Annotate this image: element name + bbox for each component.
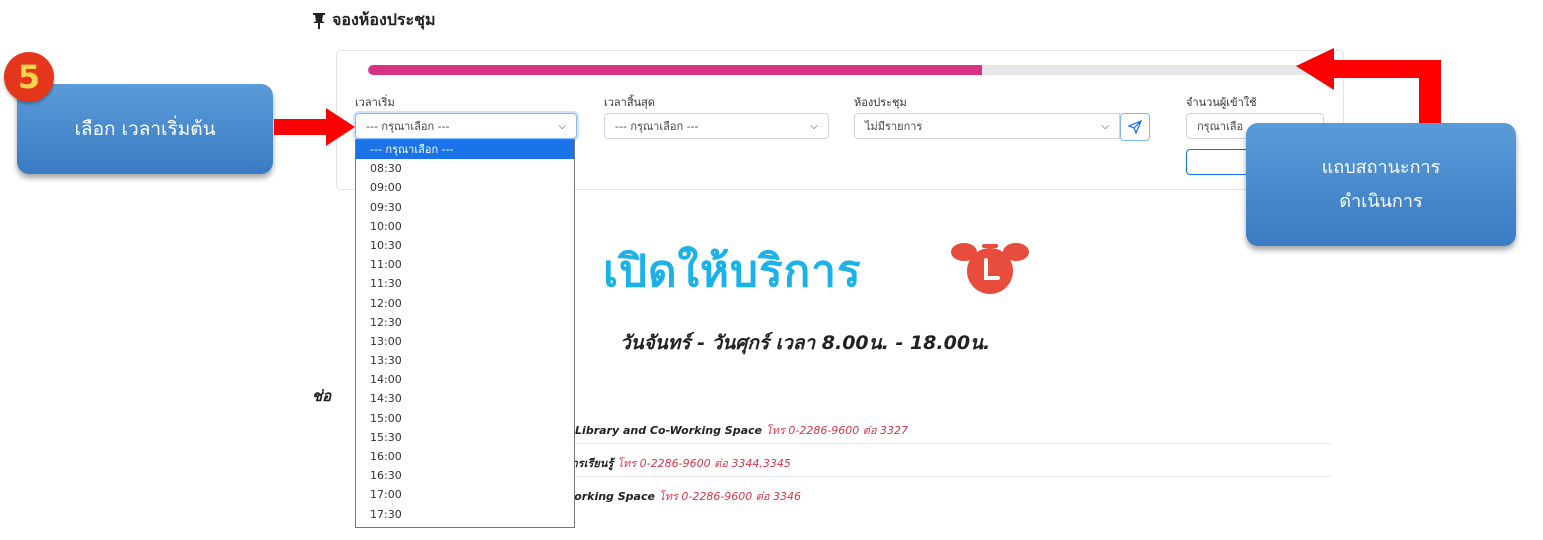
pushpin-icon [313,12,325,29]
dropdown-option[interactable]: 10:00 [356,217,574,236]
dropdown-option[interactable]: 15:30 [356,428,574,447]
progress-bar [368,65,1328,75]
service-hours: วันจันทร์ - วันศุกร์ เวลา 8.00น. - 18.00… [620,332,991,354]
contact-line-2: นย์การเรียนรู้ โทร 0-2286-9600 ต่อ 3344,… [551,457,791,470]
dropdown-option[interactable]: 12:30 [356,313,574,332]
progress-fill [368,65,983,75]
chevron-down-icon: ⌵ [558,120,566,132]
attendees-label: จำนวนผู้เข้าใช้ [1186,96,1257,109]
contact-heading: ช่อ [312,387,332,405]
room-value: ไม่มีรายการ [865,120,923,133]
instruction-callout: เลือก เวลาเริ่มต้น [17,84,273,174]
start-time-select[interactable]: --- กรุณาเลือก --- ⌵ [355,113,577,139]
dropdown-option[interactable]: 11:00 [356,255,574,274]
dropdown-option[interactable]: 13:00 [356,332,574,351]
dropdown-option[interactable]: 16:30 [356,466,574,485]
dropdown-option[interactable]: 10:30 [356,236,574,255]
end-time-value: --- กรุณาเลือก --- [615,120,699,133]
dropdown-option[interactable]: 09:30 [356,198,574,217]
divider [551,443,1331,444]
end-time-select[interactable]: --- กรุณาเลือก --- ⌵ [604,113,829,139]
contact-line-3: o-Working Space โทร 0-2286-9600 ต่อ 3346 [551,490,802,503]
chevron-down-icon: ⌵ [1101,120,1109,132]
start-time-label: เวลาเริ่ม [355,96,395,109]
start-time-value: --- กรุณาเลือก --- [366,120,450,133]
dropdown-option[interactable]: 09:00 [356,178,574,197]
dropdown-option[interactable]: 14:00 [356,370,574,389]
dropdown-option[interactable]: 11:30 [356,274,574,293]
dropdown-option[interactable]: 16:00 [356,447,574,466]
start-time-dropdown-list: --- กรุณาเลือก --- 08:30 09:00 09:30 10:00 10… [355,139,575,528]
end-time-label: เวลาสิ้นสุด [604,96,655,109]
step-number-badge: 5 [4,52,54,102]
room-select[interactable]: ไม่มีรายการ ⌵ [854,113,1120,139]
chevron-down-icon: ⌵ [810,120,818,132]
send-button[interactable] [1120,113,1150,141]
alarm-clock-icon [951,243,1029,294]
room-label: ห้องประชุม [854,96,907,109]
dropdown-option[interactable]: 08:30 [356,159,574,178]
contact-line-1: ital Library and Co-Working Space โทร 0-… [551,424,909,437]
status-bar-callout: แถบสถานะการ ดำเนินการ [1246,123,1516,246]
dropdown-option[interactable]: 17:00 [356,485,574,504]
page-title-text: จองห้องประชุม [332,10,436,29]
paper-plane-icon [1128,120,1142,134]
dropdown-option[interactable]: 12:00 [356,294,574,313]
dropdown-option[interactable]: 13:30 [356,351,574,370]
arrow-right-icon [274,108,355,146]
dropdown-option[interactable]: 15:00 [356,409,574,428]
divider [551,476,1331,477]
page-title: จองห้องประชุม [312,8,436,33]
dropdown-option[interactable]: 14:30 [356,389,574,408]
dropdown-option[interactable]: 17:30 [356,505,574,524]
attendees-placeholder: กรุณาเลือ [1197,120,1244,133]
hero-title: เปิดให้บริการ [603,246,862,297]
dropdown-option[interactable]: --- กรุณาเลือก --- [356,140,574,160]
